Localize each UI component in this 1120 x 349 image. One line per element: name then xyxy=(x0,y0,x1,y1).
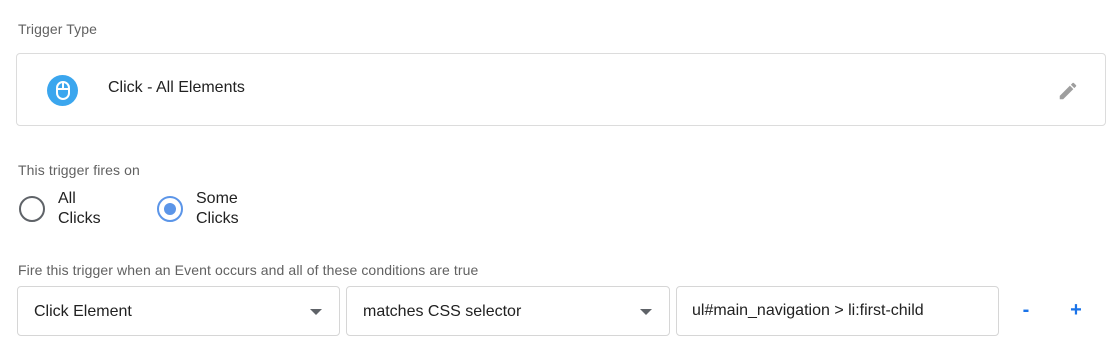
radio-some-clicks[interactable]: Some Clicks xyxy=(157,190,239,227)
remove-condition-button[interactable]: - xyxy=(1012,296,1040,324)
operator-select-value: matches CSS selector xyxy=(363,303,522,320)
trigger-type-label: Trigger Type xyxy=(18,21,98,37)
conditions-label: Fire this trigger when an Event occurs a… xyxy=(18,262,479,278)
radio-all-clicks[interactable]: All Clicks xyxy=(19,190,101,227)
condition-value-input[interactable] xyxy=(676,286,999,336)
trigger-type-name: Click - All Elements xyxy=(108,79,245,96)
operator-select[interactable]: matches CSS selector xyxy=(346,286,670,336)
radio-some-clicks-label: Some Clicks xyxy=(196,190,239,227)
chevron-down-icon xyxy=(640,309,652,315)
radio-some-clicks-circle[interactable] xyxy=(157,196,183,222)
mouse-icon xyxy=(47,75,78,106)
pencil-icon[interactable] xyxy=(1055,78,1081,104)
variable-select[interactable]: Click Element xyxy=(17,286,340,336)
radio-all-clicks-label: All Clicks xyxy=(58,190,101,227)
chevron-down-icon xyxy=(310,309,322,315)
fires-on-label: This trigger fires on xyxy=(18,162,140,178)
variable-select-value: Click Element xyxy=(34,303,132,320)
trigger-type-card[interactable]: Click - All Elements xyxy=(16,53,1106,126)
radio-all-clicks-circle[interactable] xyxy=(19,196,45,222)
add-condition-button[interactable]: + xyxy=(1062,296,1090,324)
